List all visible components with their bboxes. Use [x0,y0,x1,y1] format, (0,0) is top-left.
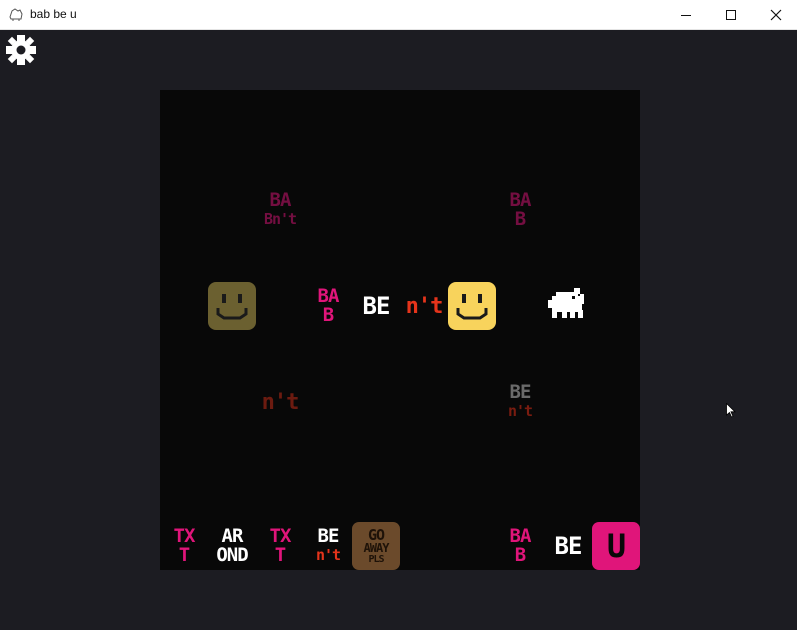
minimize-button[interactable] [663,0,709,29]
word-be: BE [352,282,400,330]
word-text: B [514,208,526,230]
word-be-not: BE n't [304,522,352,570]
word-text: n't [507,402,533,420]
word-text: n't [315,546,341,564]
word-text: PLS [368,553,384,565]
word-go-away: GO AWAY PLS [352,522,400,570]
word-not: n't [400,282,448,330]
mouse-cursor-icon [726,403,736,418]
close-icon [770,9,782,20]
smiley-dim-sprite [208,282,256,330]
word-around: AR OND [208,522,256,570]
word-txt: TX T [160,522,208,570]
smiley-icon [448,282,496,330]
word-text: n't [405,293,444,319]
word-text: T [274,544,286,566]
word-text: BE [509,381,532,403]
game-board[interactable]: BA Bn't BA B BA B BE n't n't BE n't TX T… [160,90,640,570]
word-text: BA [269,189,292,211]
word-text: B [263,210,273,228]
word-text: AWAY [363,540,390,555]
word-txt: TX T [256,522,304,570]
maximize-icon [726,9,736,20]
word-not-dim: n't [256,378,304,426]
smiley-dim-icon [208,282,256,330]
word-u: U [592,522,640,570]
smiley-sprite [448,282,496,330]
word-bab-dim: BA Bn't [256,186,304,234]
maximize-button[interactable] [708,0,754,29]
word-text: B [514,544,526,566]
bab-character-sprite [544,282,592,330]
word-text: BE [317,525,340,547]
word-be: BE [544,522,592,570]
word-bab: BA B [304,282,352,330]
word-text: BE [362,291,391,320]
word-bab-dim: BA B [496,186,544,234]
word-be-not-dim: BE n't [496,378,544,426]
word-text: BE [554,531,583,560]
word-text: T [178,544,190,566]
close-button[interactable] [753,0,797,29]
gear-icon[interactable] [5,34,37,66]
word-text: U [606,526,626,565]
word-text: B [322,304,334,326]
title-bar: bab be u [0,0,797,30]
word-text: OND [216,544,248,566]
word-bab: BA B [496,522,544,570]
word-text: n't [261,389,300,415]
word-text: n't [271,210,297,228]
window-title: bab be u [30,7,77,21]
app-icon [9,8,23,21]
bab-character-icon [548,288,584,318]
minimize-icon [681,14,691,16]
